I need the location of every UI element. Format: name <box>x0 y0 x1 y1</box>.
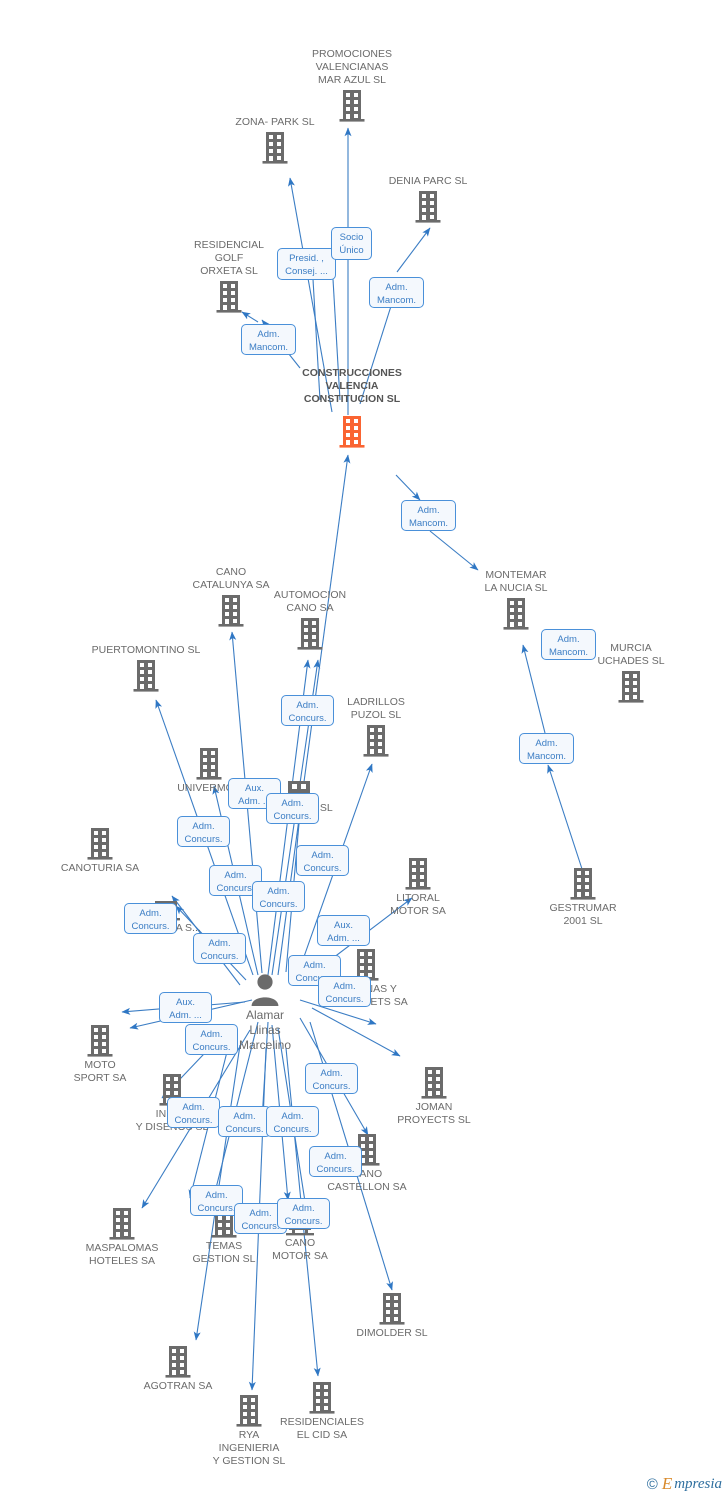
building-icon <box>309 1381 335 1420</box>
relation-chip-chip-conc-6[interactable]: Adm. Concurs. <box>252 881 305 912</box>
node-ladrillos[interactable]: LADRILLOS PUZOL SL <box>347 696 405 758</box>
node-canoturia[interactable]: CANOTURIA SA <box>61 827 139 874</box>
node-label-resgolf: RESIDENCIAL GOLF ORXETA SL <box>193 239 265 277</box>
node-label-automocion: AUTOMOCION CANO SA <box>273 589 347 614</box>
node-litoral[interactable]: LITORAL MOTOR SA <box>390 857 446 917</box>
node-motosport[interactable]: MOTO SPORT SA <box>74 1024 126 1084</box>
node-resgolf[interactable]: RESIDENCIAL GOLF ORXETA SL <box>194 239 264 314</box>
relation-chip-chip-socio[interactable]: Socio Único <box>331 227 372 260</box>
node-univermob[interactable]: UNIVERMOB <box>177 747 241 794</box>
building-icon <box>363 724 389 763</box>
node-label-agotran: AGOTRAN SA <box>143 1380 213 1392</box>
building-icon <box>236 1394 262 1433</box>
building-icon <box>405 857 431 896</box>
building-icon <box>339 89 365 128</box>
relation-chip-chip-conc-16[interactable]: Adm. Concurs. <box>309 1146 362 1177</box>
brand-name: mpresia <box>674 1475 722 1492</box>
node-dimolder[interactable]: DIMOLDER SL <box>356 1292 428 1339</box>
person-icon <box>250 973 280 1012</box>
relation-chip-chip-mancom-1[interactable]: Adm. Mancom. <box>369 277 424 308</box>
node-label-joman: JOMAN PROYECTS SL <box>397 1101 471 1126</box>
relation-chip-chip-conc-10[interactable]: Adm. Concurs. <box>318 976 371 1007</box>
node-canocatalunya[interactable]: CANO CATALUNYA SA <box>192 566 270 628</box>
node-murcia[interactable]: MURCIA UCHADES SL <box>597 642 665 704</box>
node-zonapark[interactable]: ZONA- PARK SL <box>235 116 315 165</box>
node-label-motosport: MOTO SPORT SA <box>73 1059 127 1084</box>
node-label-temas: TEMAS GESTION SL <box>192 1240 256 1265</box>
diagram-canvas: PROMOCIONES VALENCIANAS MAR AZUL SL ZONA- P… <box>0 0 728 1500</box>
building-icon <box>87 827 113 866</box>
node-label-maspalomas: MASPALOMAS HOTELES SA <box>85 1242 159 1267</box>
relation-chip-chip-conc-12[interactable]: Adm. Concurs. <box>305 1063 358 1094</box>
node-person[interactable]: Alamar Llinas Marcelino <box>239 973 291 1052</box>
building-icon <box>109 1207 135 1246</box>
node-puertomontino[interactable]: PUERTOMONTINO SL <box>92 644 200 693</box>
relation-chip-chip-conc-7[interactable]: Adm. Concurs. <box>124 903 177 934</box>
building-icon <box>133 659 159 698</box>
node-label-zonapark: ZONA- PARK SL <box>235 116 315 128</box>
building-icon <box>218 594 244 633</box>
node-label-rya: RYA INGENIERIA Y GESTION SL <box>212 1429 286 1467</box>
node-label-canoturia: CANOTURIA SA <box>60 862 140 874</box>
node-agotran[interactable]: AGOTRAN SA <box>144 1345 212 1392</box>
brand-initial: E <box>661 1474 673 1493</box>
relation-chip-chip-conc-15[interactable]: Adm. Concurs. <box>266 1106 319 1137</box>
relation-chip-chip-conc-19[interactable]: Adm. Concurs. <box>277 1198 330 1229</box>
node-label-canomotor: CANO MOTOR SA <box>272 1237 328 1262</box>
node-label-dimolder: DIMOLDER SL <box>356 1327 428 1339</box>
node-label-canocatalunya: CANO CATALUNYA SA <box>192 566 270 591</box>
node-label-murcia: MURCIA UCHADES SL <box>597 642 665 667</box>
relation-chip-chip-aux-3[interactable]: Aux. Adm. ... <box>159 992 212 1023</box>
building-icon <box>339 415 365 454</box>
relation-chip-chip-mancom-2[interactable]: Adm. Mancom. <box>241 324 296 355</box>
node-center-label: CONSTRUCCIONES VALENCIA CONSTITUCION SL <box>302 367 402 405</box>
relation-chip-chip-conc-11[interactable]: Adm. Concurs. <box>185 1024 238 1055</box>
node-label-ladrillos: LADRILLOS PUZOL SL <box>347 696 405 721</box>
building-icon <box>503 597 529 636</box>
relation-chip-chip-mancom-5[interactable]: Adm. Mancom. <box>519 733 574 764</box>
node-maspalomas[interactable]: MASPALOMAS HOTELES SA <box>86 1207 158 1267</box>
node-center-company[interactable]: CONSTRUCCIONES VALENCIA CONSTITUCION SL <box>302 367 402 449</box>
building-icon <box>262 131 288 170</box>
node-label-montemar: MONTEMAR LA NUCIA SL <box>484 569 548 594</box>
node-label-litoral: LITORAL MOTOR SA <box>390 892 446 917</box>
relation-chip-chip-mancom-3[interactable]: Adm. Mancom. <box>401 500 456 531</box>
node-label-residenciales: RESIDENCIALES EL CID SA <box>279 1416 365 1441</box>
relation-chip-chip-mancom-4[interactable]: Adm. Mancom. <box>541 629 596 660</box>
copyright-symbol: © <box>646 1475 658 1493</box>
relation-chip-chip-conc-13[interactable]: Adm. Concurs. <box>167 1097 220 1128</box>
node-person-label: Alamar Llinas Marcelino <box>238 1008 292 1052</box>
node-promociones[interactable]: PROMOCIONES VALENCIANAS MAR AZUL SL <box>312 48 392 123</box>
node-montemar[interactable]: MONTEMAR LA NUCIA SL <box>484 569 548 631</box>
node-label-deniaparc: DENIA PARC SL <box>388 175 468 187</box>
node-automocion[interactable]: AUTOMOCION CANO SA <box>274 589 346 651</box>
building-icon <box>216 280 242 319</box>
building-icon <box>618 670 644 709</box>
relation-chip-chip-conc-3[interactable]: Adm. Concurs. <box>177 816 230 847</box>
relation-chip-chip-conc-1[interactable]: Adm. Concurs. <box>281 695 334 726</box>
building-icon <box>379 1292 405 1331</box>
watermark: © E mpresia <box>647 1474 722 1494</box>
building-icon <box>421 1066 447 1105</box>
relation-chip-chip-conc-4[interactable]: Adm. Concurs. <box>296 845 349 876</box>
node-label-puertomontino: PUERTOMONTINO SL <box>91 644 201 656</box>
node-deniaparc[interactable]: DENIA PARC SL <box>389 175 467 224</box>
node-label-promociones: PROMOCIONES VALENCIANAS MAR AZUL SL <box>312 48 392 86</box>
node-label-gestrumar: GESTRUMAR 2001 SL <box>549 902 617 927</box>
building-icon <box>297 617 323 656</box>
relation-chip-chip-presid[interactable]: Presid. , Consej. ... <box>277 248 336 280</box>
node-gestrumar[interactable]: GESTRUMAR 2001 SL <box>549 867 617 927</box>
building-icon <box>87 1024 113 1063</box>
relation-chip-chip-aux-2[interactable]: Aux. Adm. ... <box>317 915 370 946</box>
building-icon <box>196 747 222 786</box>
relation-chip-chip-conc-2[interactable]: Adm. Concurs. <box>266 793 319 824</box>
relation-chip-chip-conc-8[interactable]: Adm. Concurs. <box>193 933 246 964</box>
node-joman[interactable]: JOMAN PROYECTS SL <box>397 1066 471 1126</box>
node-residenciales[interactable]: RESIDENCIALES EL CID SA <box>280 1381 364 1441</box>
building-icon <box>165 1345 191 1384</box>
node-rya[interactable]: RYA INGENIERIA Y GESTION SL <box>213 1394 285 1467</box>
building-icon <box>570 867 596 906</box>
relation-chip-chip-conc-14[interactable]: Adm. Concurs. <box>218 1106 271 1137</box>
building-icon <box>415 190 441 229</box>
